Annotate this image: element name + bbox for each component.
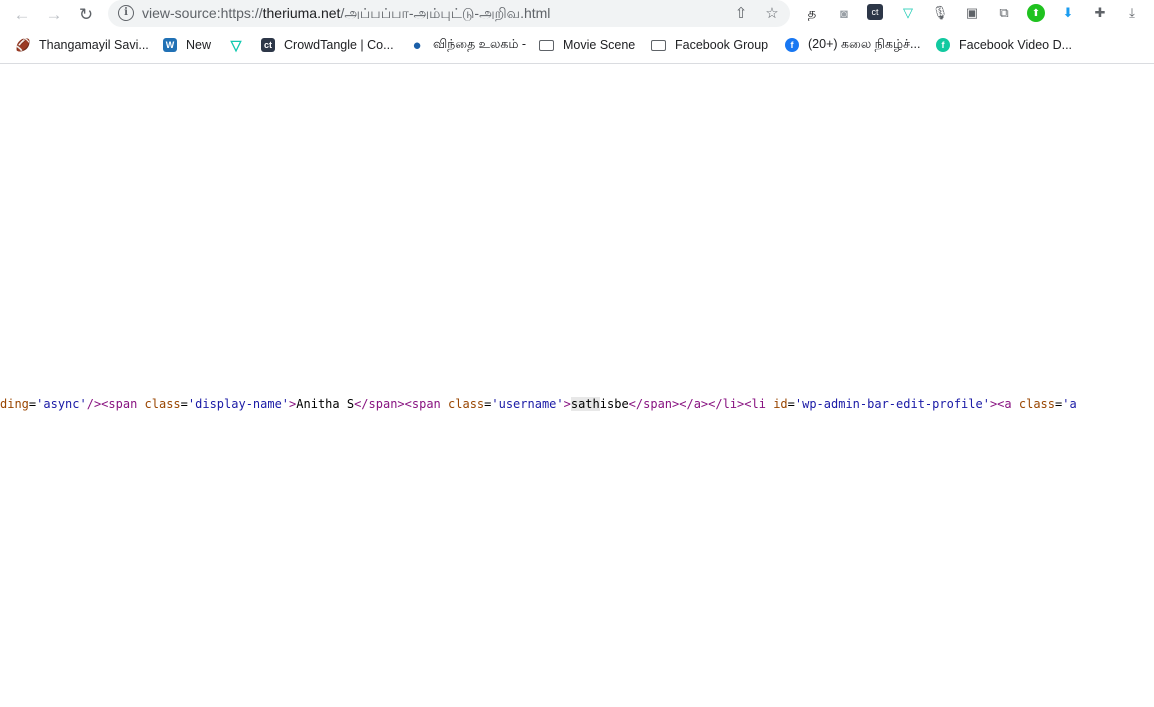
url-domain: theriuma.net: [262, 5, 341, 21]
bookmark-label: Facebook Video D...: [959, 38, 1073, 52]
source-tag: >: [563, 397, 571, 411]
browser-toolbar: ← → ↻ i view-source:https://theriuma.net…: [0, 0, 1154, 28]
microphone-extension-icon[interactable]: 🎙: [931, 4, 949, 22]
address-bar[interactable]: i view-source:https://theriuma.net/அப்பப…: [108, 0, 790, 27]
crowdtangle-extension-icon[interactable]: ct: [867, 4, 883, 20]
copy-extension-icon[interactable]: ⧉: [995, 4, 1013, 22]
bookmarks-bar: 🏈 Thangamayil Savi... W New ▽ ct CrowdTangle |…: [0, 32, 1154, 60]
source-equals: =: [180, 397, 188, 411]
bookmark-label: Movie Scene: [563, 38, 636, 52]
bookmark-folder-facebook-group[interactable]: Facebook Group: [651, 36, 768, 54]
toolbar-divider: [0, 63, 1154, 64]
bookmark-label: விந்தை உலகம் -: [433, 37, 527, 51]
bookmark-label: CrowdTangle | Co...: [284, 38, 394, 52]
source-attr-name: class: [448, 397, 485, 411]
green-extension-icon[interactable]: ⬆: [1027, 4, 1045, 22]
source-tag: ><a: [989, 397, 1012, 411]
globe-icon: ●: [412, 36, 422, 54]
bookmark-facebook-video[interactable]: f Facebook Video D...: [936, 36, 1072, 54]
football-icon: 🏈: [15, 38, 31, 52]
puzzle-extensions-icon[interactable]: ✚: [1091, 4, 1109, 22]
back-icon[interactable]: ←: [11, 3, 33, 25]
reload-icon[interactable]: ↻: [75, 3, 97, 25]
folder-icon: [539, 39, 554, 51]
source-text: Anitha S: [296, 397, 355, 411]
source-attr-name: ding: [0, 397, 29, 411]
facebook-video-icon: f: [936, 38, 950, 52]
source-attr-name: id: [773, 397, 788, 411]
bookmark-label: Facebook Group: [675, 38, 769, 52]
vidiq-icon: ▽: [230, 36, 242, 53]
source-attr-name: class: [144, 397, 181, 411]
bookmark-thangamayil[interactable]: 🏈 Thangamayil Savi...: [16, 36, 149, 54]
folder-icon: [651, 39, 666, 51]
source-tag: </span><span: [354, 397, 441, 411]
site-info-icon[interactable]: i: [118, 5, 134, 21]
tamil-extension-icon[interactable]: த: [803, 4, 821, 22]
bookmark-folder-movie-scene[interactable]: Movie Scene: [539, 36, 635, 54]
bookmark-star-icon[interactable]: ☆: [763, 4, 781, 22]
bookmark-facebook-kalai[interactable]: f (20+) கலை நிகழ்ச்...: [785, 36, 920, 54]
screenshot-extension-icon[interactable]: ◙: [835, 4, 853, 22]
source-attr-value: 'display-name': [187, 397, 290, 411]
bookmark-new[interactable]: W New: [163, 36, 211, 54]
forward-icon[interactable]: →: [43, 3, 65, 25]
source-tag: /><span: [86, 397, 138, 411]
source-equals: =: [787, 397, 795, 411]
source-tag: </span></a></li><li: [628, 397, 766, 411]
url-prefix: view-source:https://: [142, 5, 263, 21]
download-arrow-extension-icon[interactable]: ⬇: [1059, 4, 1077, 22]
source-attr-name: class: [1018, 397, 1055, 411]
url-text[interactable]: view-source:https://theriuma.net/அப்பப்ப…: [142, 5, 550, 24]
bookmark-label: New: [186, 38, 212, 52]
vidiq-extension-icon[interactable]: ▽: [899, 4, 917, 22]
wordpress-icon: W: [163, 38, 177, 52]
page-source-line: ding='async'/><span class='display-name'…: [0, 396, 1154, 412]
source-text: isbe: [599, 397, 629, 411]
facebook-icon: f: [785, 38, 799, 52]
bookmark-vinthai-ulagam[interactable]: ● விந்தை உலகம் -: [410, 36, 526, 54]
source-attr-value: 'a: [1062, 397, 1077, 411]
bookmark-crowdtangle[interactable]: ct CrowdTangle | Co...: [261, 36, 394, 54]
share-icon[interactable]: ⇧: [732, 4, 750, 22]
source-attr-value: 'wp-admin-bar-edit-profile': [794, 397, 990, 411]
bookmark-vidiq[interactable]: ▽: [229, 36, 252, 54]
crowdtangle-icon: ct: [261, 38, 275, 52]
source-highlighted-text: sath: [570, 397, 600, 411]
bookmark-label: Thangamayil Savi...: [39, 38, 149, 52]
source-attr-value: 'async': [36, 397, 87, 411]
downloads-icon[interactable]: ⤓: [1123, 4, 1141, 22]
bookmark-label: (20+) கலை நிகழ்ச்...: [808, 37, 921, 51]
source-attr-value: 'username': [491, 397, 564, 411]
url-path: /அப்பப்பா-அம்புட்டு-அறிவ.html: [340, 5, 551, 21]
capture-extension-icon[interactable]: ▣: [963, 4, 981, 22]
